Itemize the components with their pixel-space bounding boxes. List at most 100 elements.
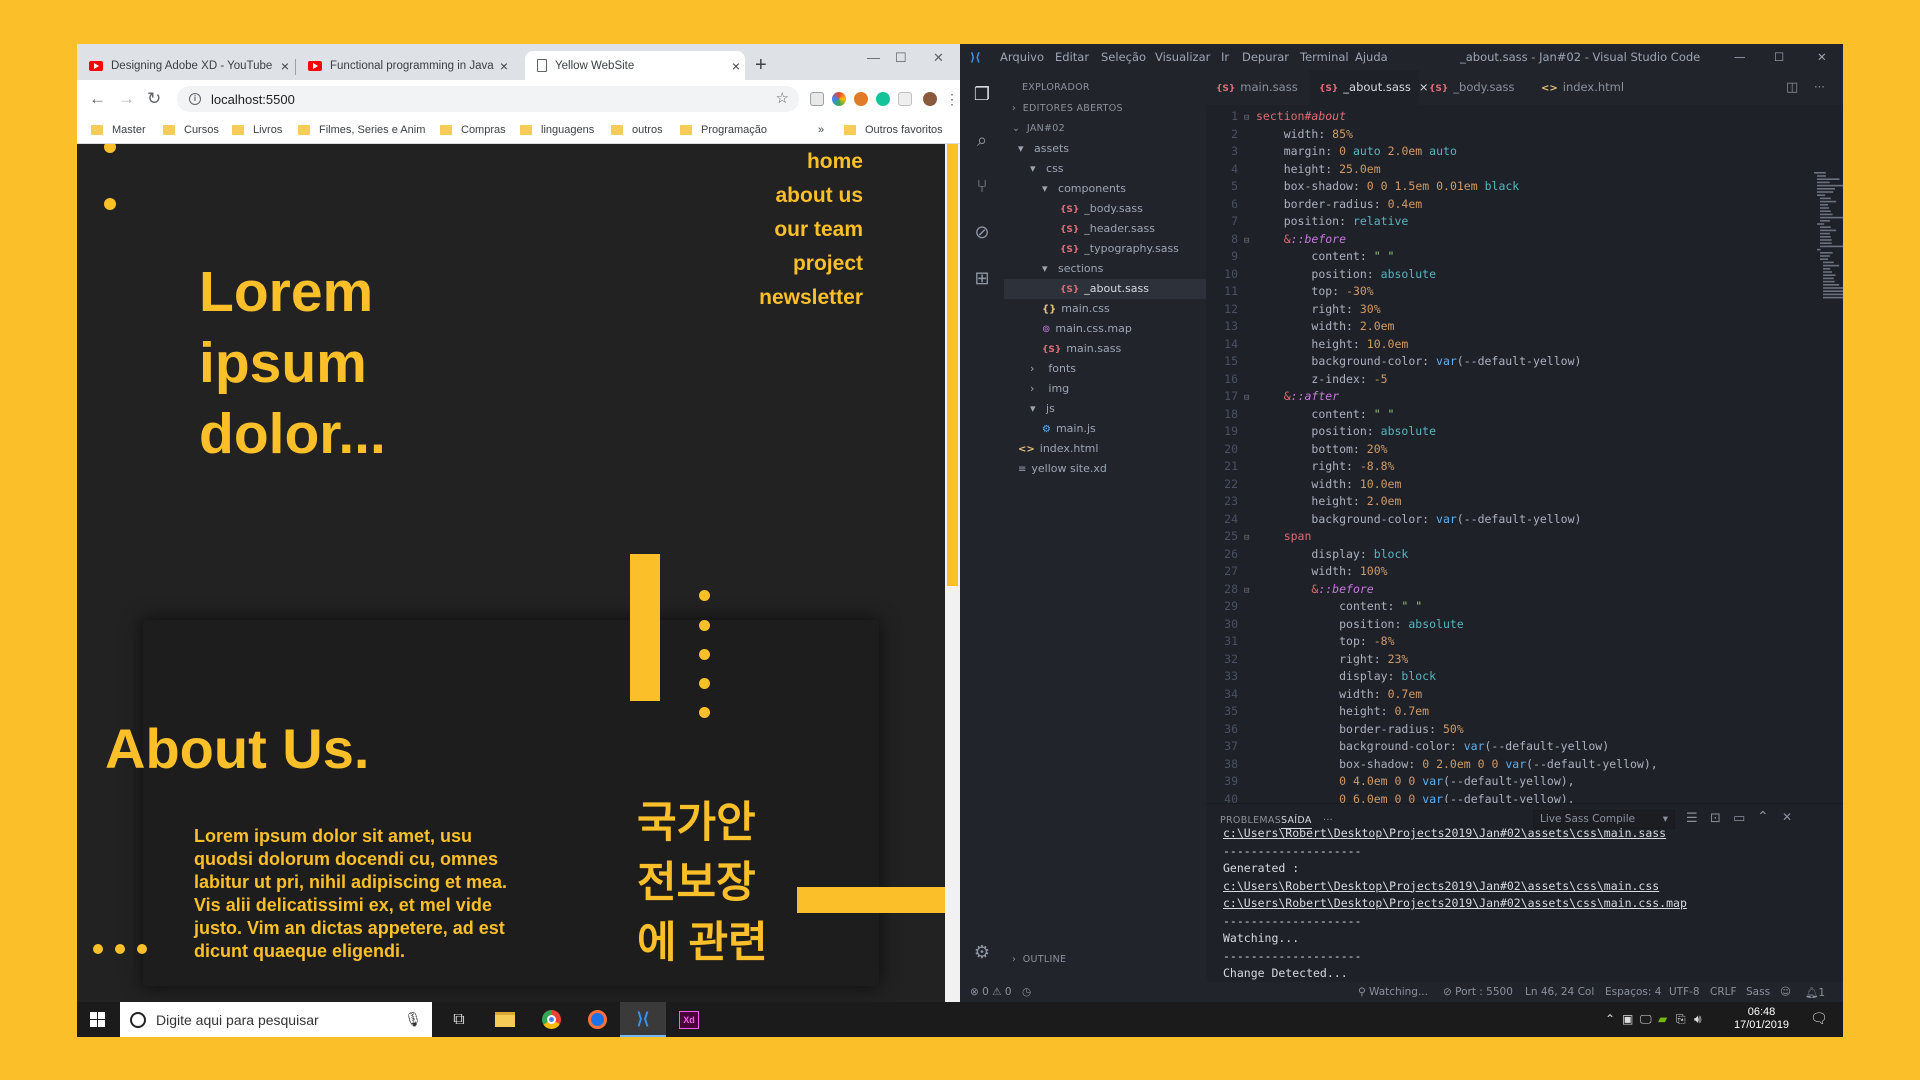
tab-problems[interactable]: PROBLEMAS: [1220, 815, 1281, 826]
more-actions-icon[interactable]: ···: [1814, 70, 1825, 105]
code-line[interactable]: 31 top: -8%: [1206, 633, 1394, 651]
code-line[interactable]: 9 content: " ": [1206, 248, 1394, 266]
code-line[interactable]: 15 background-color: var(--default-yello…: [1206, 353, 1581, 371]
firefox-icon[interactable]: [574, 1002, 620, 1037]
chevron-up-icon[interactable]: ⌃: [1605, 1012, 1615, 1026]
code-line[interactable]: 34 width: 0.7em: [1206, 686, 1422, 704]
nvidia-icon[interactable]: ▰: [1658, 1012, 1667, 1026]
taskbar-search[interactable]: Digite aqui para pesquisar 🎙︎: [120, 1002, 432, 1037]
bookmark-folder[interactable]: Filmes, Series e Anim: [298, 124, 425, 136]
clear-output-icon[interactable]: ☰: [1686, 811, 1698, 826]
code-line[interactable]: 19 position: absolute: [1206, 423, 1436, 441]
file-explorer-icon[interactable]: [482, 1002, 528, 1037]
nav-link-project[interactable]: project: [793, 252, 863, 276]
code-line[interactable]: 30 position: absolute: [1206, 616, 1464, 634]
close-window-icon[interactable]: ✕: [1817, 50, 1827, 64]
source-control-icon[interactable]: ⑂: [971, 176, 993, 198]
output-path-link[interactable]: c:\Users\Robert\Desktop\Projects2019\Jan…: [1223, 896, 1687, 910]
close-icon[interactable]: ×: [495, 58, 513, 74]
tree-file[interactable]: ⚙ main.js: [1042, 419, 1096, 439]
bookmark-folder[interactable]: Compras: [440, 124, 506, 136]
minimap[interactable]: [1812, 170, 1843, 320]
extension-icon[interactable]: [810, 92, 824, 106]
system-clock[interactable]: 06:48 17/01/2019: [1734, 1006, 1789, 1032]
code-line[interactable]: 3 margin: 0 auto 2.0em auto: [1206, 143, 1457, 161]
tree-file[interactable]: ≡ yellow site.xd: [1018, 459, 1107, 479]
encoding[interactable]: UTF-8: [1669, 986, 1700, 998]
close-icon[interactable]: ×: [276, 58, 294, 74]
address-bar[interactable]: i localhost:5500 ☆: [177, 86, 799, 112]
bookmark-folder[interactable]: Cursos: [163, 124, 219, 136]
chevron-up-icon[interactable]: ⌃: [1757, 809, 1769, 825]
tree-folder[interactable]: ▾ css: [1030, 159, 1064, 179]
code-line[interactable]: 2 width: 85%: [1206, 126, 1353, 144]
code-line[interactable]: 14 height: 10.0em: [1206, 336, 1408, 354]
code-line[interactable]: 27 width: 100%: [1206, 563, 1387, 581]
language-mode[interactable]: Sass: [1746, 986, 1770, 998]
menu-item[interactable]: Ir: [1221, 50, 1229, 64]
end-of-line[interactable]: CRLF: [1710, 986, 1737, 998]
outline-section[interactable]: › OUTLINE: [1012, 950, 1066, 970]
tree-file[interactable]: {S} _body.sass: [1060, 199, 1143, 219]
volume-icon[interactable]: 🔊︎: [1694, 1012, 1702, 1027]
tree-folder[interactable]: › fonts: [1030, 359, 1076, 379]
grammarly-icon[interactable]: [876, 92, 890, 106]
network-wired-icon[interactable]: ⎘: [1676, 1012, 1686, 1027]
chrome-icon[interactable]: [528, 1002, 574, 1037]
code-line[interactable]: 26 display: block: [1206, 546, 1408, 564]
code-line[interactable]: 18 content: " ": [1206, 406, 1394, 424]
code-line[interactable]: 32 right: 23%: [1206, 651, 1408, 669]
tree-file[interactable]: {S} _header.sass: [1060, 219, 1155, 239]
notifications[interactable]: 🔔︎1: [1805, 986, 1825, 999]
tree-file[interactable]: {S} main.sass: [1042, 339, 1121, 359]
windows-start-icon[interactable]: [90, 1012, 105, 1027]
code-line[interactable]: 10 position: absolute: [1206, 266, 1436, 284]
maximize-icon[interactable]: ☐: [895, 50, 907, 66]
code-line[interactable]: 29 content: " ": [1206, 598, 1422, 616]
gear-icon[interactable]: ⚙: [971, 942, 993, 964]
browser-tab[interactable]: Functional programming in Java ×: [296, 51, 513, 80]
code-line[interactable]: 36 border-radius: 50%: [1206, 721, 1464, 739]
microphone-icon[interactable]: 🎙︎: [404, 1011, 422, 1028]
network-icon[interactable]: 🖵︎: [1640, 1012, 1652, 1027]
code-line[interactable]: 24 background-color: var(--default-yello…: [1206, 511, 1581, 529]
code-line[interactable]: 7 position: relative: [1206, 213, 1408, 231]
menu-item[interactable]: Editar: [1055, 50, 1089, 64]
editor-tab[interactable]: <> index.html: [1531, 70, 1641, 105]
live-server-port[interactable]: ⊘ Port : 5500: [1443, 986, 1513, 998]
code-line[interactable]: 35 height: 0.7em: [1206, 703, 1429, 721]
code-line[interactable]: 6 border-radius: 0.4em: [1206, 196, 1422, 214]
tree-file[interactable]: {S} _typography.sass: [1060, 239, 1179, 259]
nav-link-our-team[interactable]: our team: [774, 218, 863, 242]
back-icon[interactable]: ←: [89, 89, 106, 109]
maximize-icon[interactable]: ☐: [1774, 50, 1784, 64]
tree-file-selected[interactable]: {S} _about.sass: [1004, 279, 1206, 299]
tree-folder[interactable]: ▾ sections: [1042, 259, 1103, 279]
output-path-link[interactable]: c:\Users\Robert\Desktop\Projects2019\Jan…: [1223, 826, 1666, 840]
code-line[interactable]: 39 0 4.0em 0 0 var(--default-yellow),: [1206, 773, 1574, 791]
nav-link-home[interactable]: home: [807, 150, 863, 174]
minimize-icon[interactable]: —: [1734, 50, 1746, 64]
menu-item[interactable]: Terminal: [1300, 50, 1349, 64]
code-line[interactable]: 12 right: 30%: [1206, 301, 1381, 319]
code-editor[interactable]: 1 ⊟ section#about 2 width: 85% 3 margin: 0 a…: [1206, 105, 1843, 806]
code-line[interactable]: 23 height: 2.0em: [1206, 493, 1401, 511]
tray-app-icon[interactable]: ▣: [1622, 1012, 1633, 1026]
lock-scroll-icon[interactable]: ⊡: [1710, 811, 1721, 826]
cursor-position[interactable]: Ln 46, 24 Col: [1525, 986, 1594, 998]
tree-file[interactable]: ⊚ main.css.map: [1042, 319, 1132, 339]
tree-folder[interactable]: ▾ components: [1042, 179, 1126, 199]
nav-link-newsletter[interactable]: newsletter: [759, 286, 863, 310]
debug-icon[interactable]: ⊘: [971, 222, 993, 244]
open-editors-section[interactable]: › EDITORES ABERTOS: [1012, 99, 1123, 119]
workspace-root[interactable]: ⌄ JAN#02: [1012, 119, 1065, 139]
extension-icon[interactable]: [898, 92, 912, 106]
bookmark-folder[interactable]: Master: [91, 124, 146, 136]
menu-item[interactable]: Ajuda: [1355, 50, 1388, 64]
scrollbar-thumb[interactable]: [947, 144, 958, 586]
split-editor-icon[interactable]: ◫: [1786, 70, 1798, 105]
extensions-icon[interactable]: ⊞: [971, 268, 993, 290]
browser-tab-active[interactable]: Yellow WebSite ×: [525, 51, 745, 80]
maximize-panel-icon[interactable]: ▭: [1733, 811, 1746, 826]
menu-icon[interactable]: ⋮: [945, 91, 959, 108]
